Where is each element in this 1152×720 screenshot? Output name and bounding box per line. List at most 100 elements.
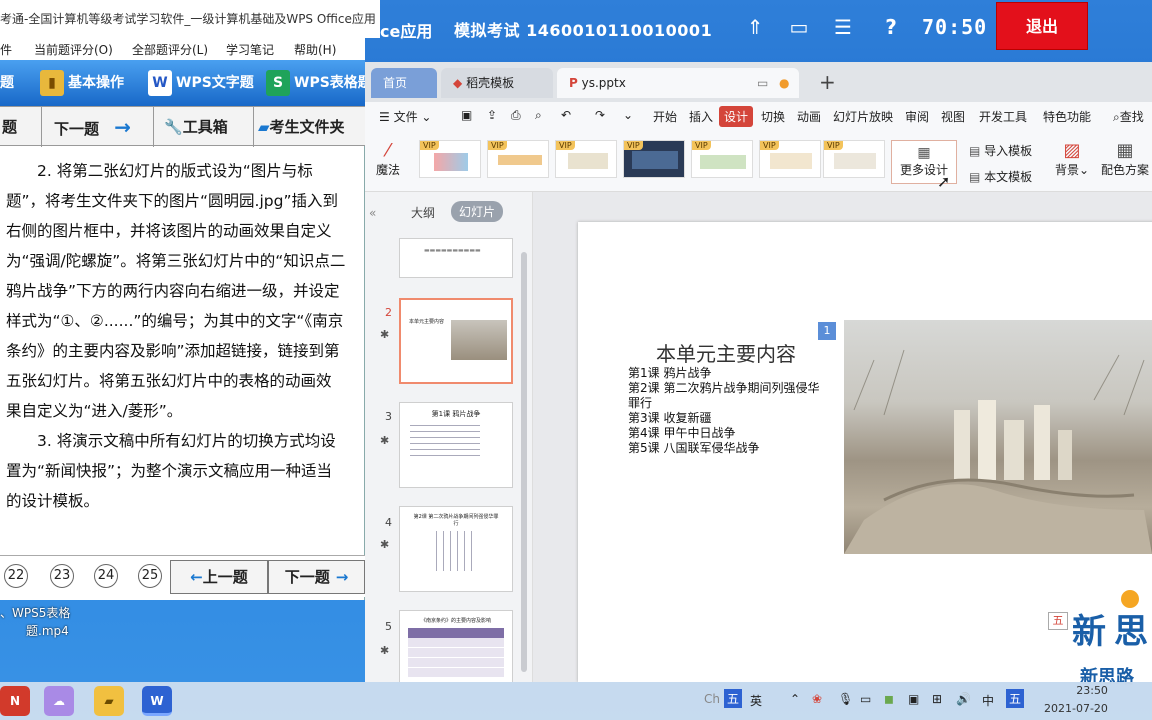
template-thumb[interactable]: VIP <box>691 140 753 178</box>
slide-2[interactable]: 1 本单元主要内容 第1课 鸦片战争 第2课 第二次鸦片战争期间列强侵华罪行 第… <box>578 222 1152 682</box>
question-number[interactable]: 25 <box>138 564 162 588</box>
nav-prev-question[interactable]: 题 <box>0 107 42 147</box>
checklist-icon[interactable]: ☰ <box>830 14 856 40</box>
print-icon[interactable]: ⎙ <box>511 108 521 123</box>
security-icon[interactable]: ▣ <box>908 692 919 706</box>
chevron-up-icon[interactable]: ⌃ <box>790 692 800 706</box>
nav-student-folder[interactable]: ▰考生文件夹 <box>254 107 365 147</box>
microphone-icon[interactable]: 🎙 <box>838 692 853 706</box>
menu-slideshow[interactable]: 幻灯片放映 <box>833 108 893 125</box>
slide-thumb-4[interactable]: 第2课 第二次鸦片战争期间列强侵华罪行 <box>399 506 513 592</box>
wps-app-icon[interactable]: W <box>142 686 172 716</box>
slide-title[interactable]: 本单元主要内容 <box>656 338 796 367</box>
tab-outline[interactable]: 大纲 <box>411 204 435 221</box>
redo-icon[interactable]: ↷ <box>595 108 605 122</box>
exit-button[interactable]: 退出 <box>996 2 1088 50</box>
menu-review[interactable]: 审阅 <box>905 108 929 125</box>
menu-start[interactable]: 开始 <box>653 108 677 125</box>
template-thumb[interactable]: VIP <box>487 140 549 178</box>
slide-thumb-2[interactable]: 本单元主要内容 <box>399 298 513 384</box>
collapse-icon[interactable]: ⇑ <box>742 14 768 40</box>
menu-score-all[interactable]: 全部题评分(L) <box>132 41 208 58</box>
monitor-icon[interactable]: ▭ <box>757 68 768 98</box>
tab-ys-pptx[interactable]: P ys.pptx ▭ ● <box>557 68 799 98</box>
wps-window: 首页 ◆ 稻壳模板 P ys.pptx ▭ ● + ☰ 文件 ⌄ ▣ ⇪ ⎙ ⌕… <box>365 62 1152 682</box>
color-scheme-button[interactable]: ▦ 配色方案 <box>1101 140 1149 178</box>
import-template-button[interactable]: ▤ 导入模板 <box>969 142 1032 159</box>
toolbar-wps-sheet[interactable]: S WPS表格题 <box>266 68 372 98</box>
question-number[interactable]: 22 <box>4 564 28 588</box>
toolbar-question-type[interactable]: 题 <box>0 68 14 98</box>
next-question-button[interactable]: 下一题 → <box>268 560 365 594</box>
menu-special[interactable]: 特色功能 <box>1043 108 1091 125</box>
export-icon[interactable]: ⇪ <box>487 108 497 122</box>
toolbar-basic-ops[interactable]: ▮ 基本操作 <box>40 68 124 98</box>
file-explorer-icon[interactable]: ▰ <box>94 686 124 716</box>
window-icon[interactable]: ▭ <box>786 14 812 40</box>
slide-thumb-1[interactable]: ▬▬▬▬▬▬▬▬▬▬ <box>399 238 513 278</box>
dropdown-icon[interactable]: ⌄ <box>623 108 633 122</box>
arrow-right-icon: → <box>335 568 349 586</box>
nav-label: 工具箱 <box>182 118 228 136</box>
help-icon[interactable]: ? <box>878 14 904 40</box>
tab-docer-templates[interactable]: ◆ 稻壳模板 <box>441 68 553 98</box>
search-button[interactable]: ⌕查找 <box>1113 108 1144 125</box>
template-thumb[interactable]: VIP <box>555 140 617 178</box>
slide-thumb-3[interactable]: 第1课 鸦片战争 <box>399 402 513 488</box>
undo-icon[interactable]: ↶ <box>561 108 571 122</box>
next-label: 下一题 <box>284 568 330 586</box>
tab-slides[interactable]: 幻灯片 <box>451 201 504 222</box>
menu-view[interactable]: 视图 <box>941 108 965 125</box>
question-number[interactable]: 24 <box>94 564 118 588</box>
desktop-file-label[interactable]: 、WPS5表格 题.mp4 <box>0 604 70 640</box>
nav-toolbox[interactable]: 🔧工具箱 <box>154 107 254 147</box>
thumb-image <box>451 320 507 360</box>
menu-notes[interactable]: 学习笔记 <box>226 41 274 58</box>
collapse-pane-icon[interactable]: « <box>369 206 376 220</box>
thumb-text-lines <box>410 425 480 461</box>
save-icon[interactable]: ▣ <box>461 108 472 122</box>
toolbar-wps-writer[interactable]: W WPS文字题 <box>148 68 254 98</box>
app-n-icon[interactable]: N <box>0 686 30 716</box>
menu-file[interactable]: 件 <box>0 41 12 58</box>
toolbar-label: 题 <box>0 75 14 91</box>
menu-insert[interactable]: 插入 <box>689 108 713 125</box>
clock[interactable]: 23:50 2021-07-20 <box>1044 682 1108 718</box>
nav-next-question[interactable]: 下一题 → <box>42 107 154 147</box>
menu-file-button[interactable]: ☰ 文件 ⌄ <box>379 108 431 125</box>
template-thumb[interactable]: VIP <box>623 140 685 178</box>
ime-chinese-label[interactable]: 中 <box>982 692 994 709</box>
wps-tray-icon[interactable]: ❀ <box>812 692 822 706</box>
new-tab-icon[interactable]: + <box>819 70 836 94</box>
thumb-scrollbar[interactable] <box>521 252 527 672</box>
volume-icon[interactable]: 🔊 <box>956 692 971 706</box>
menu-help[interactable]: 帮助(H) <box>294 41 336 58</box>
ime-wubi-icon[interactable]: 五 <box>724 689 743 708</box>
menu-design[interactable]: 设计 <box>719 106 754 127</box>
toolbar-label: WPS表格题 <box>294 75 372 91</box>
ime-float-icon[interactable]: 五 <box>1048 612 1068 630</box>
nvidia-icon[interactable]: ◼ <box>884 692 894 706</box>
background-button[interactable]: ▨ 背景⌄ <box>1055 140 1089 178</box>
magic-button[interactable]: ⁄ 魔法 <box>375 140 401 178</box>
ime-mode-icon[interactable]: 五 <box>1006 689 1025 708</box>
preview-icon[interactable]: ⌕ <box>535 108 542 123</box>
menu-animation[interactable]: 动画 <box>797 108 821 125</box>
this-template-button[interactable]: ▤ 本文模板 <box>969 168 1032 185</box>
menu-transition[interactable]: 切换 <box>761 108 785 125</box>
prev-question-button[interactable]: ←上一题 <box>170 560 268 594</box>
question-number[interactable]: 23 <box>50 564 74 588</box>
yuanmingyuan-photo[interactable] <box>844 320 1152 554</box>
slide-thumb-5[interactable]: 《南京条约》的主要内容及影响 <box>399 610 513 682</box>
menu-dev-tools[interactable]: 开发工具 <box>979 108 1027 125</box>
template-thumb[interactable]: VIP <box>419 140 481 178</box>
ime-english-label[interactable]: 英 <box>750 692 762 709</box>
tab-home[interactable]: 首页 <box>371 68 437 98</box>
network-icon[interactable]: ⊞ <box>932 692 942 706</box>
menu-score-current[interactable]: 当前题评分(O) <box>34 41 113 58</box>
slide-body-text[interactable]: 第1课 鸦片战争 第2课 第二次鸦片战争期间列强侵华罪行 第3课 收复新疆 第4… <box>628 366 828 456</box>
template-thumb[interactable]: VIP <box>823 140 885 178</box>
template-thumb[interactable]: VIP <box>759 140 821 178</box>
screen-icon[interactable]: ▭ <box>860 692 871 706</box>
app-cloud-icon[interactable]: ☁ <box>44 686 74 716</box>
